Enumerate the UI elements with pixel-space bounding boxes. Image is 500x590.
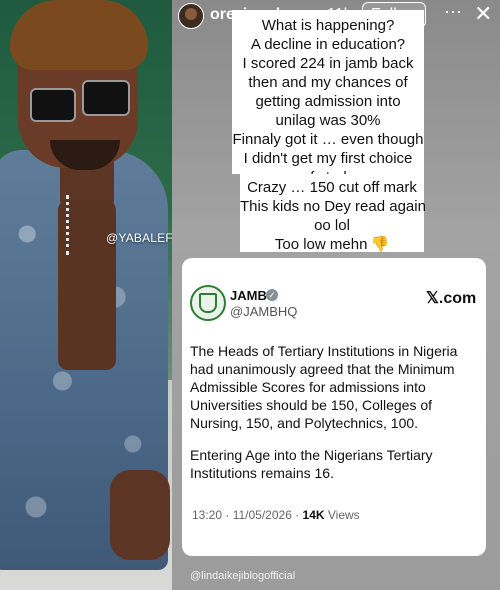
story-viewer: @YABALEFTONLINE oreziworl... • 11h Follo…	[0, 0, 500, 590]
verified-badge-icon: ✓	[266, 289, 278, 301]
caption-line: then and my chances of	[248, 74, 408, 91]
tweet-text-paragraph: The Heads of Tertiary Institutions in Ni…	[190, 343, 458, 431]
thumbs-down-icon: 👎	[370, 236, 390, 253]
caption-line: I didn't get my first choice	[243, 150, 413, 167]
caption-line: Crazy … 150 cut off mark	[247, 179, 417, 196]
profile-photo	[0, 0, 172, 590]
jamb-logo-icon	[190, 285, 226, 321]
tweet-card[interactable]: JAMB ✓ @JAMBHQ 𝕏.com The Heads of Tertia…	[182, 258, 486, 556]
tweet-views-label: Views	[324, 508, 360, 522]
tweet-timestamp: 13:20 · 11/05/2026 ·	[192, 508, 303, 522]
tweet-text-paragraph: Entering Age into the Nigerians Tertiary…	[190, 447, 433, 481]
avatar[interactable]	[178, 3, 204, 29]
caption-line: Finnaly got it … even though	[232, 131, 424, 148]
caption-line: I scored 224 in jamb back	[242, 55, 414, 72]
caption-box-first: What is happening? A decline in educatio…	[232, 10, 424, 186]
tweet-author-handle: @JAMBHQ	[230, 304, 298, 319]
caption-line: getting admission into	[255, 93, 401, 110]
caption-line: unilag was 30%	[275, 112, 381, 129]
caption-text: Too low mehn	[274, 236, 368, 253]
tweet-meta: 13:20 · 11/05/2026 · 14K Views	[192, 508, 360, 522]
more-options-icon[interactable]: ⋯	[444, 2, 462, 23]
x-logo: 𝕏.com	[426, 290, 477, 307]
caption-line: A decline in education?	[250, 36, 406, 53]
tweet-views-count: 14K	[302, 508, 325, 522]
caption-box-second: Crazy … 150 cut off mark This kids no De…	[240, 174, 426, 254]
credit-watermark: @lindaikejiblogofficial	[190, 570, 296, 582]
caption-line: oo lol	[314, 217, 350, 234]
caption-line: This kids no Dey read again	[240, 198, 426, 215]
caption-line: Too low mehn 👎	[240, 235, 424, 254]
caption-line: What is happening?	[261, 17, 395, 34]
sunglasses-icon	[30, 88, 76, 122]
close-icon[interactable]: ✕	[474, 1, 492, 27]
tweet-author-name: JAMB	[230, 288, 267, 303]
